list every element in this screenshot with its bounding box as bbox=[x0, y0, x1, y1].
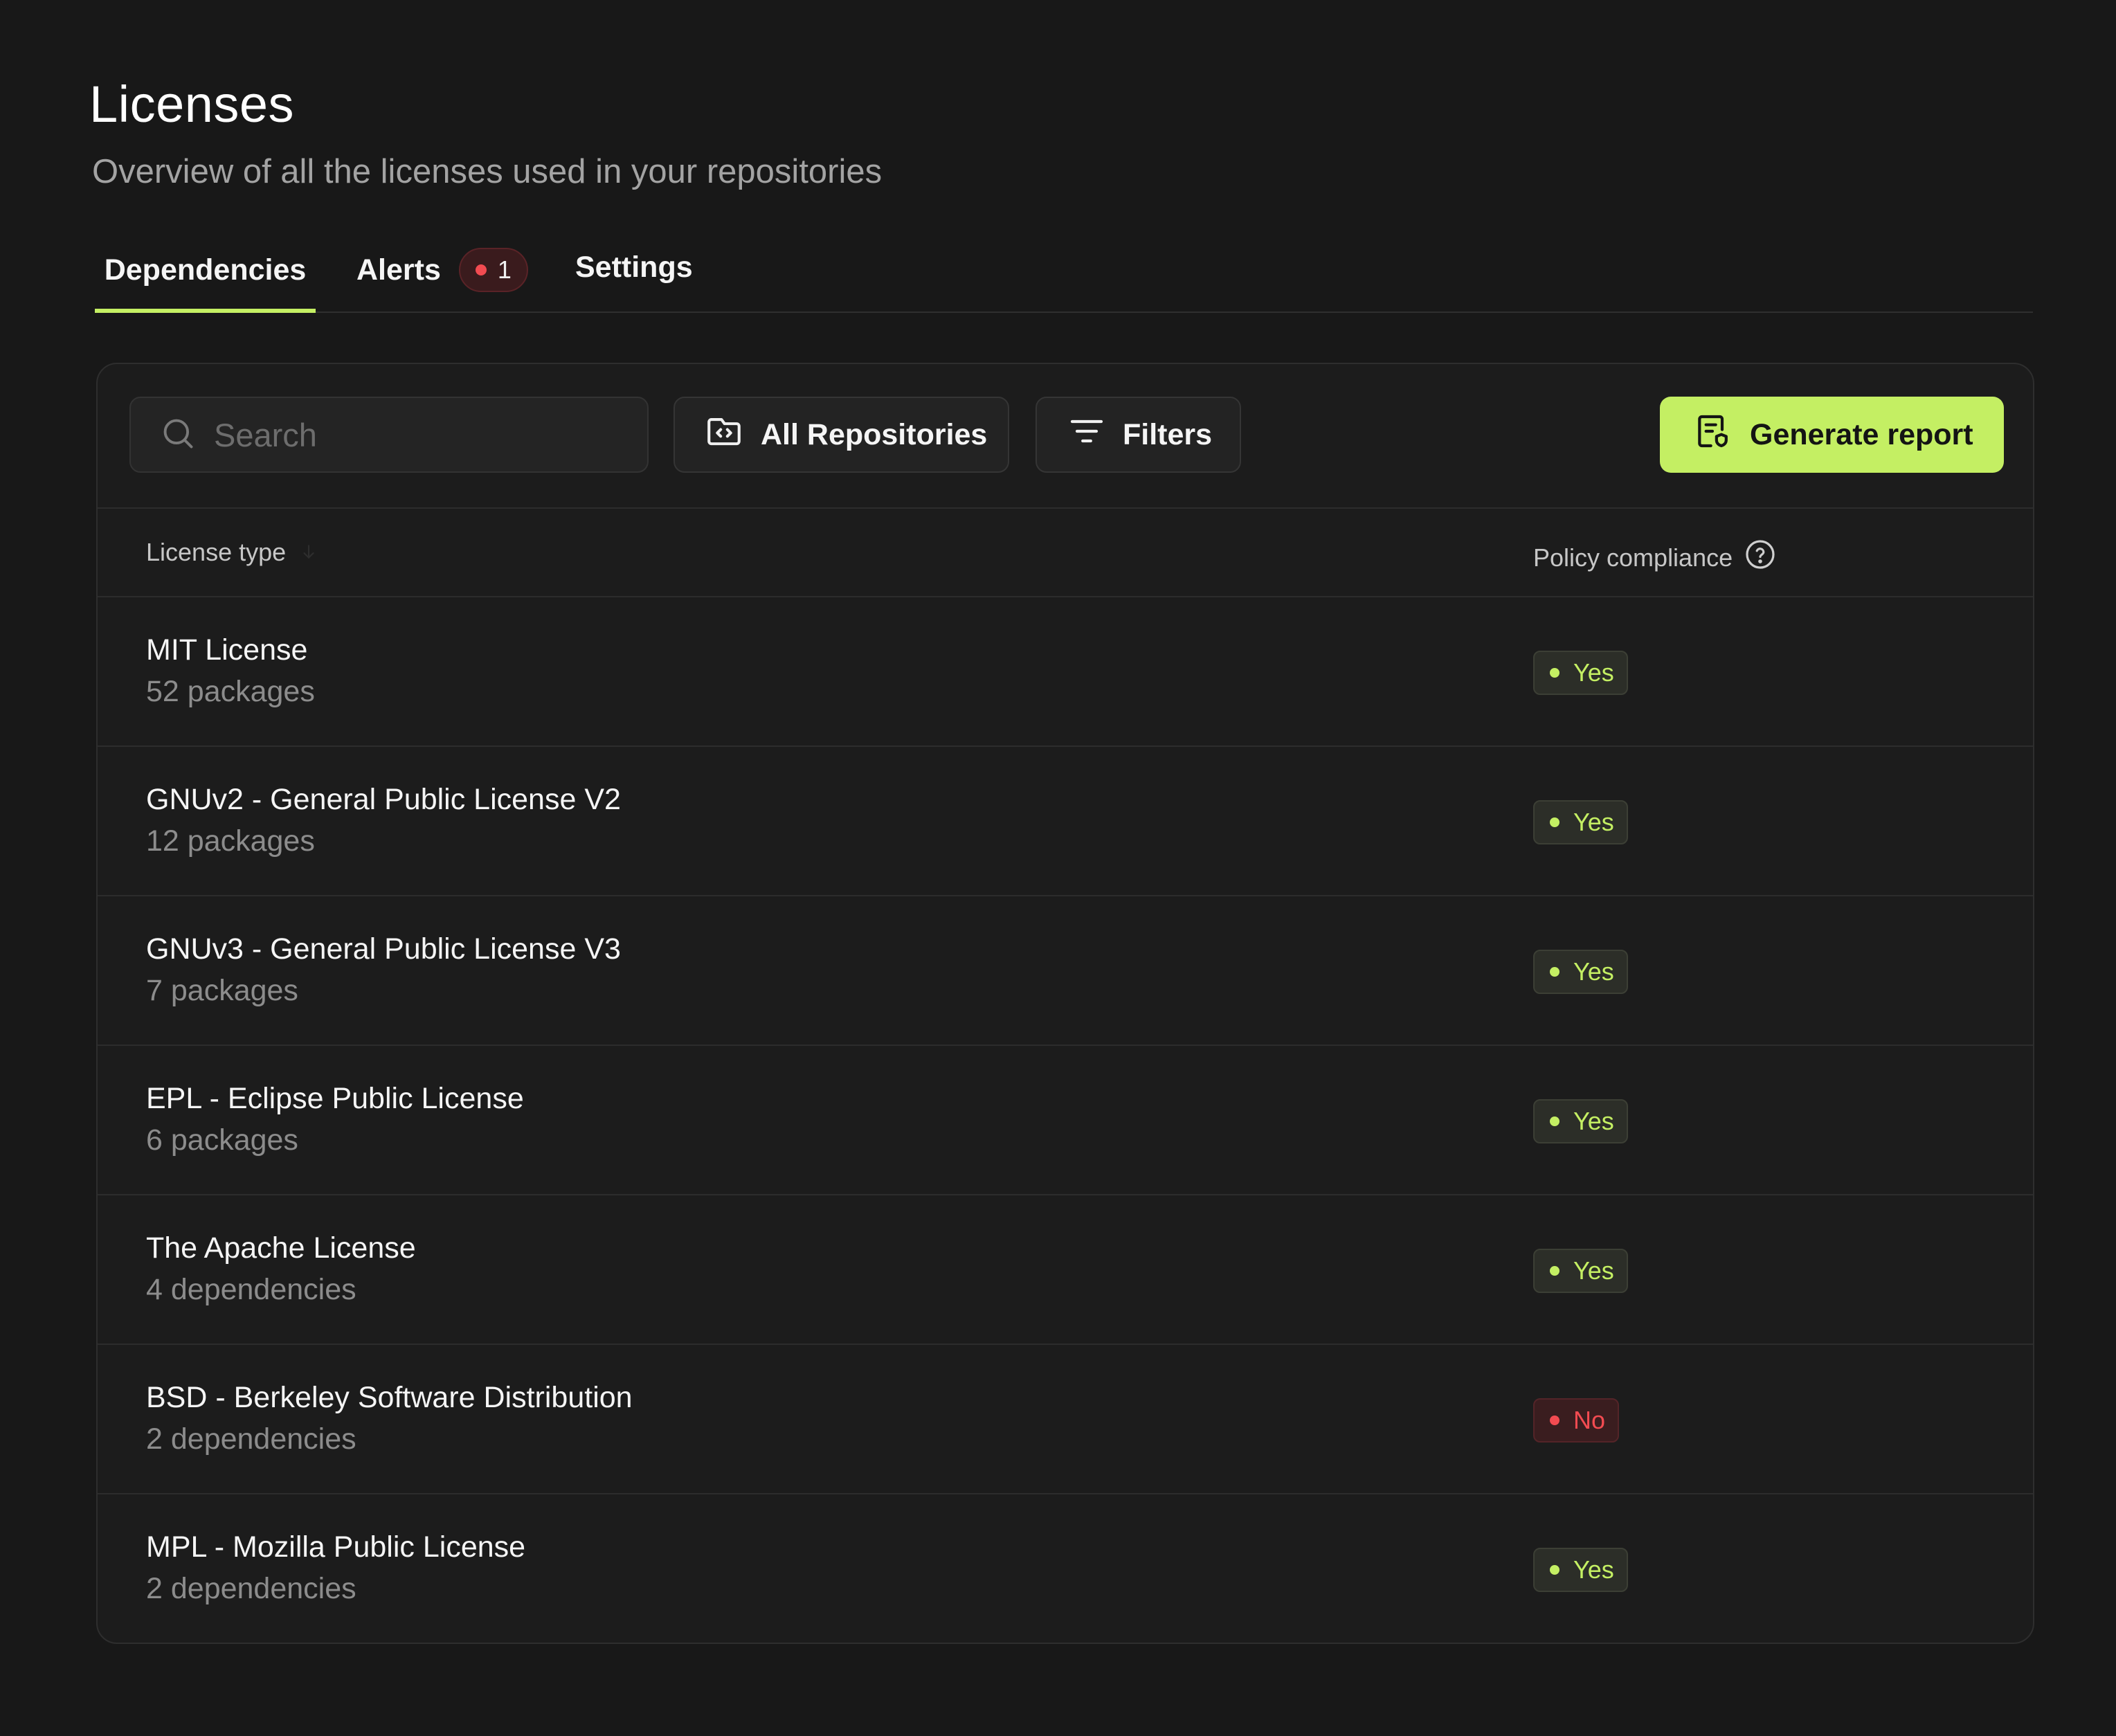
all-repositories-label: All Repositories bbox=[761, 417, 988, 451]
help-circle-icon[interactable] bbox=[1744, 538, 1777, 577]
status-dot-icon bbox=[1550, 1565, 1559, 1575]
compliance-badge: Yes bbox=[1533, 1099, 1628, 1143]
toolbar: All Repositories Filters bbox=[98, 364, 2033, 509]
column-header-license-type[interactable]: License type bbox=[146, 538, 318, 567]
tab-alerts-label: Alerts bbox=[356, 253, 441, 287]
page-subtitle: Overview of all the licenses used in you… bbox=[92, 153, 883, 190]
table-row[interactable]: EPL - Eclipse Public License 6 packages … bbox=[98, 1046, 2033, 1195]
license-package-count: 4 dependencies bbox=[146, 1273, 356, 1306]
licenses-page: Licenses Overview of all the licenses us… bbox=[0, 0, 2116, 1736]
alerts-count-badge: 1 bbox=[458, 248, 528, 292]
tab-settings-label: Settings bbox=[575, 251, 693, 284]
column-license-type-label: License type bbox=[146, 538, 287, 566]
license-package-count: 6 packages bbox=[146, 1123, 298, 1157]
compliance-badge: Yes bbox=[1533, 800, 1628, 844]
table-row[interactable]: GNUv2 - General Public License V2 12 pac… bbox=[98, 747, 2033, 896]
all-repositories-button[interactable]: All Repositories bbox=[673, 397, 1009, 473]
compliance-label: No bbox=[1573, 1406, 1606, 1434]
table-row[interactable]: BSD - Berkeley Software Distribution 2 d… bbox=[98, 1345, 2033, 1494]
license-name: EPL - Eclipse Public License bbox=[146, 1082, 524, 1115]
table-row[interactable]: The Apache License 4 dependencies Yes bbox=[98, 1195, 2033, 1345]
status-dot-icon bbox=[1550, 817, 1559, 827]
page-title: Licenses bbox=[89, 75, 295, 133]
search-icon bbox=[160, 415, 196, 455]
license-package-count: 2 dependencies bbox=[146, 1572, 356, 1605]
compliance-label: Yes bbox=[1573, 957, 1614, 986]
tab-settings[interactable]: Settings bbox=[575, 242, 693, 313]
report-icon bbox=[1693, 412, 1732, 458]
compliance-badge: Yes bbox=[1533, 651, 1628, 695]
column-header-policy-compliance: Policy compliance bbox=[1533, 538, 1777, 577]
compliance-badge: No bbox=[1533, 1398, 1620, 1443]
status-dot-icon bbox=[1550, 1266, 1559, 1276]
generate-report-button[interactable]: Generate report bbox=[1660, 397, 2004, 473]
license-name: GNUv3 - General Public License V3 bbox=[146, 932, 621, 966]
license-package-count: 7 packages bbox=[146, 974, 298, 1007]
compliance-label: Yes bbox=[1573, 658, 1614, 687]
filters-button[interactable]: Filters bbox=[1036, 397, 1241, 473]
folder-code-icon bbox=[704, 411, 744, 459]
table-body: MIT License 52 packages Yes GNUv2 - Gene… bbox=[98, 597, 2033, 1643]
license-name: MPL - Mozilla Public License bbox=[146, 1530, 526, 1564]
licenses-card: All Repositories Filters bbox=[96, 363, 2034, 1644]
compliance-badge: Yes bbox=[1533, 1249, 1628, 1293]
compliance-label: Yes bbox=[1573, 1555, 1614, 1584]
tab-dependencies[interactable]: Dependencies bbox=[95, 242, 316, 313]
alerts-count: 1 bbox=[497, 255, 512, 284]
search-box[interactable] bbox=[129, 397, 649, 473]
sort-arrow-icon bbox=[300, 538, 318, 567]
status-dot-icon bbox=[1550, 668, 1559, 678]
table-row[interactable]: MIT License 52 packages Yes bbox=[98, 597, 2033, 747]
license-name: GNUv2 - General Public License V2 bbox=[146, 783, 621, 816]
alert-dot-icon bbox=[475, 264, 487, 275]
tab-alerts[interactable]: Alerts 1 bbox=[356, 242, 528, 313]
search-input[interactable] bbox=[214, 415, 647, 454]
license-package-count: 2 dependencies bbox=[146, 1422, 356, 1456]
compliance-label: Yes bbox=[1573, 808, 1614, 836]
compliance-badge: Yes bbox=[1533, 1548, 1628, 1592]
compliance-badge: Yes bbox=[1533, 950, 1628, 994]
compliance-label: Yes bbox=[1573, 1107, 1614, 1135]
table-header: License type Policy compliance bbox=[98, 509, 2033, 597]
license-package-count: 52 packages bbox=[146, 675, 315, 708]
status-dot-icon bbox=[1550, 1416, 1559, 1425]
status-dot-icon bbox=[1550, 967, 1559, 977]
filter-icon bbox=[1067, 412, 1106, 458]
compliance-label: Yes bbox=[1573, 1256, 1614, 1285]
license-name: MIT License bbox=[146, 633, 308, 667]
status-dot-icon bbox=[1550, 1116, 1559, 1126]
table-row[interactable]: MPL - Mozilla Public License 2 dependenc… bbox=[98, 1494, 2033, 1643]
license-name: BSD - Berkeley Software Distribution bbox=[146, 1381, 633, 1414]
license-package-count: 12 packages bbox=[146, 824, 315, 858]
column-policy-compliance-label: Policy compliance bbox=[1533, 543, 1733, 572]
tab-bar: Dependencies Alerts 1 Settings bbox=[95, 242, 2033, 313]
tab-dependencies-label: Dependencies bbox=[104, 253, 307, 287]
license-name: The Apache License bbox=[146, 1231, 416, 1265]
table-row[interactable]: GNUv3 - General Public License V3 7 pack… bbox=[98, 896, 2033, 1046]
filters-label: Filters bbox=[1123, 417, 1213, 451]
generate-report-label: Generate report bbox=[1750, 417, 1973, 451]
